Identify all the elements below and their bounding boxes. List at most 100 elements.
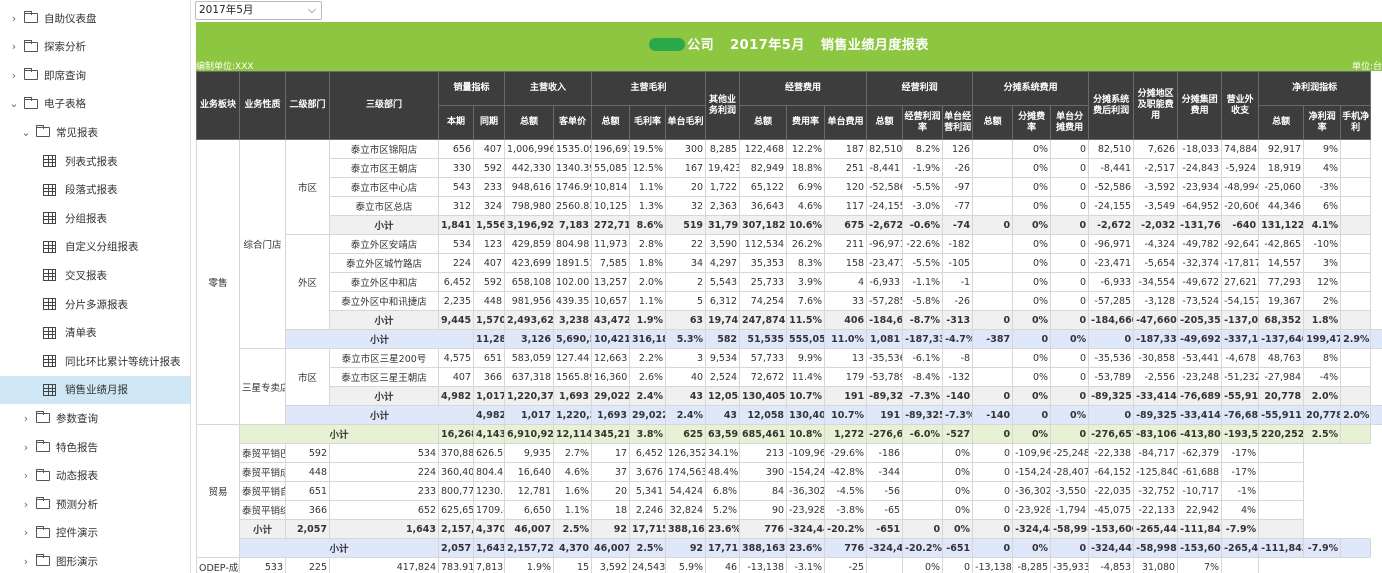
value-cell: 3 <box>665 348 707 368</box>
value-cell: 0 <box>972 424 1014 444</box>
value-cell: -3% <box>1303 177 1342 197</box>
value-cell: -42.8% <box>824 462 868 482</box>
value-cell: -47,660 <box>1133 310 1179 330</box>
value-cell: 10.7% <box>824 405 868 425</box>
sidebar-item-label: 分片多源报表 <box>65 298 128 311</box>
value-cell: -51,232 <box>1221 367 1260 387</box>
value-cell: 9,935 <box>504 443 555 463</box>
table-row: 贸易小计16,2684,1436,910,92112,114345,2113.8… <box>196 424 1382 558</box>
value-cell: 32,824 <box>665 500 707 520</box>
value-cell: 4.6% <box>786 196 826 216</box>
value-cell: 126 <box>942 139 974 159</box>
value-cell: -89,325 <box>866 386 904 406</box>
sidebar-item[interactable]: 分组报表 <box>0 204 190 232</box>
value-cell: 84 <box>739 481 788 501</box>
value-cell: 798,980 <box>504 196 555 216</box>
dept-cell: 泰立市区三星王朝店 <box>329 367 439 387</box>
dept-cell: 泰贸平销自贡地区 <box>239 481 286 501</box>
total-label: 小计 <box>239 424 439 444</box>
sidebar-item[interactable]: 自定义分组报表 <box>0 233 190 261</box>
table-row: 小计11,2863,1265,690,54410,421316,1895.3%5… <box>197 329 1382 349</box>
value-cell: 1709.45 <box>472 500 506 520</box>
value-cell <box>902 500 944 520</box>
value-cell: 366 <box>285 500 330 520</box>
value-cell: 0% <box>1012 215 1052 235</box>
value-cell: -10,717 <box>1177 481 1223 501</box>
sidebar-item[interactable]: › 自助仪表盘 <box>8 4 190 32</box>
value-cell: -23,471 <box>1088 253 1135 273</box>
value-cell <box>1370 329 1382 349</box>
value-cell: 307,182 <box>739 215 788 235</box>
value-cell: 2,493,622 <box>504 310 555 330</box>
value-cell: 0 <box>1050 424 1090 444</box>
sidebar-item[interactable]: 同比环比累计等统计报表 <box>0 347 190 375</box>
value-cell: 2.0% <box>1340 405 1372 425</box>
sidebar-item[interactable]: › 即席查询 <box>8 61 190 89</box>
value-cell: -26 <box>942 158 974 178</box>
value-cell: 625,657 <box>438 500 474 520</box>
value-cell: 6.8% <box>705 481 741 501</box>
value-cell: 0 <box>1050 177 1090 197</box>
value-cell: -184,660 <box>1088 310 1135 330</box>
value-cell: -62,379 <box>1177 443 1223 463</box>
value-cell: -4% <box>1303 367 1342 387</box>
value-cell: 29,022 <box>629 405 667 425</box>
value-cell: -74 <box>942 215 974 235</box>
value-cell: 27,621 <box>1221 272 1260 292</box>
sidebar-item[interactable]: › 参数查询 <box>20 404 190 432</box>
column-header: 业务性质 <box>239 71 286 140</box>
sidebar-item[interactable]: › 控件演示 <box>20 519 190 547</box>
sidebar-item[interactable]: 交叉报表 <box>0 261 190 289</box>
value-cell: 224 <box>329 462 439 482</box>
value-cell: 1340.39 <box>553 158 593 178</box>
value-cell: -32,752 <box>1133 481 1179 501</box>
sidebar-item[interactable]: › 预测分析 <box>20 490 190 518</box>
value-cell: 15 <box>553 557 593 573</box>
sidebar-item[interactable]: 列表式报表 <box>0 147 190 175</box>
value-cell: -8.7% <box>902 310 944 330</box>
month-select[interactable]: 2017年5月 ⌵ <box>195 1 322 20</box>
group-cell: 综合门店 <box>239 139 286 349</box>
value-cell <box>1340 177 1372 197</box>
sidebar-item[interactable]: › 图形演示 <box>20 547 190 573</box>
value-cell: 2,057 <box>285 519 330 539</box>
value-cell: 12% <box>1303 272 1342 292</box>
value-cell: 10.7% <box>786 386 826 406</box>
sidebar-item[interactable]: 清单表 <box>0 319 190 347</box>
sidebar-item[interactable]: › 特色报告 <box>20 433 190 461</box>
value-cell: 2.2% <box>629 348 667 368</box>
value-cell: 0 <box>1088 405 1135 425</box>
dept-cell: 小计 <box>329 310 439 330</box>
folder-icon <box>36 554 50 567</box>
sidebar-item[interactable]: 销售业绩月报 <box>0 375 190 404</box>
value-cell: 92 <box>665 538 707 558</box>
value-cell: 637,318 <box>504 367 555 387</box>
value-cell: 1,570 <box>472 310 506 330</box>
sidebar-item[interactable]: ⌄ 电子表格 <box>8 90 190 118</box>
sidebar-item[interactable]: › 动态报表 <box>20 462 190 490</box>
sidebar-item[interactable]: 段落式报表 <box>0 176 190 204</box>
column-header: 毛利率 <box>629 105 667 140</box>
value-cell: -324,441 <box>1088 538 1135 558</box>
value-cell: 804.47 <box>472 462 506 482</box>
value-cell: 4.6% <box>553 462 593 482</box>
table-row: 泰贸平销自贡地区651233800,7761230.0712,7811.6%20… <box>197 481 1382 501</box>
table-row: ODEP-成都OPEN533225417,824783.917,8131.9%1… <box>196 557 1382 573</box>
value-cell: 316,189 <box>629 329 667 349</box>
value-cell: 9,445 <box>438 310 474 330</box>
value-cell: 11.0% <box>824 329 868 349</box>
sidebar-item[interactable]: ⌄ 常见报表 <box>20 118 190 146</box>
value-cell: 0 <box>1050 291 1090 311</box>
sidebar-item[interactable]: › 探索分析 <box>8 33 190 61</box>
value-cell: 0% <box>1012 234 1052 254</box>
value-cell: -13,138 <box>972 557 1014 573</box>
value-cell: 0 <box>1050 196 1090 216</box>
value-cell: 5.9% <box>665 557 707 573</box>
value-cell: -5.5% <box>902 253 944 273</box>
value-cell: 2.4% <box>629 386 667 406</box>
value-cell: -24,155 <box>1088 196 1135 216</box>
value-cell: 92 <box>591 519 631 539</box>
value-cell: -97 <box>942 177 974 197</box>
sidebar-item[interactable]: 分片多源报表 <box>0 290 190 318</box>
value-cell: 2.0% <box>629 272 667 292</box>
